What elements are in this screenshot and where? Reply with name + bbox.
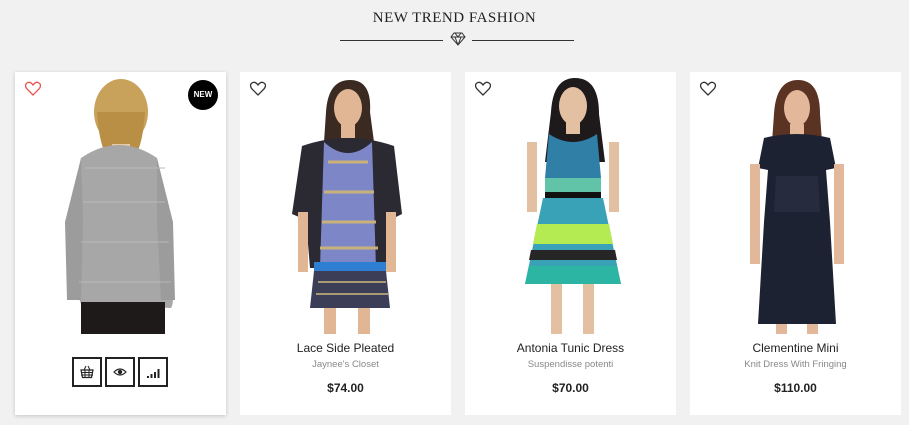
wishlist-heart-icon[interactable] [700,81,716,96]
product-name[interactable]: Lace Side Pleated [240,341,451,355]
product-card[interactable]: Lace Side Pleated Jaynee's Closet $74.00 [240,72,451,415]
product-card[interactable]: Clementine Mini Knit Dress With Fringing… [690,72,901,415]
diamond-icon [450,32,466,46]
product-image[interactable] [240,72,451,334]
product-brand: Suspendisse potenti [527,359,614,370]
basket-icon [80,365,94,379]
title-divider [340,32,574,46]
product-brand: Knit Dress With Fringing [744,359,847,370]
signal-bars-icon [147,369,160,378]
product-card[interactable]: Antonia Tunic Dress Suspendisse potenti … [465,72,676,415]
product-price: $70.00 [552,381,589,395]
product-name[interactable]: Clementine Mini [690,341,901,355]
add-to-cart-button[interactable] [72,357,102,387]
product-actions [72,357,168,387]
section-title: NEW TREND FASHION [372,10,537,26]
product-card[interactable]: NEW [15,72,226,415]
product-brand: Jaynee's Closet [312,359,379,370]
wishlist-heart-icon[interactable] [475,81,491,96]
wishlist-heart-icon[interactable] [25,81,41,96]
product-image[interactable] [690,72,901,334]
eye-icon [113,368,127,376]
product-image[interactable] [465,72,676,334]
product-image[interactable] [15,72,226,334]
quick-view-button[interactable] [105,357,135,387]
product-price: $74.00 [327,381,364,395]
wishlist-heart-icon[interactable] [250,81,266,96]
product-name[interactable]: Antonia Tunic Dress [465,341,676,355]
new-badge: NEW [188,80,218,110]
compare-button[interactable] [138,357,168,387]
product-price: $110.00 [774,381,817,395]
